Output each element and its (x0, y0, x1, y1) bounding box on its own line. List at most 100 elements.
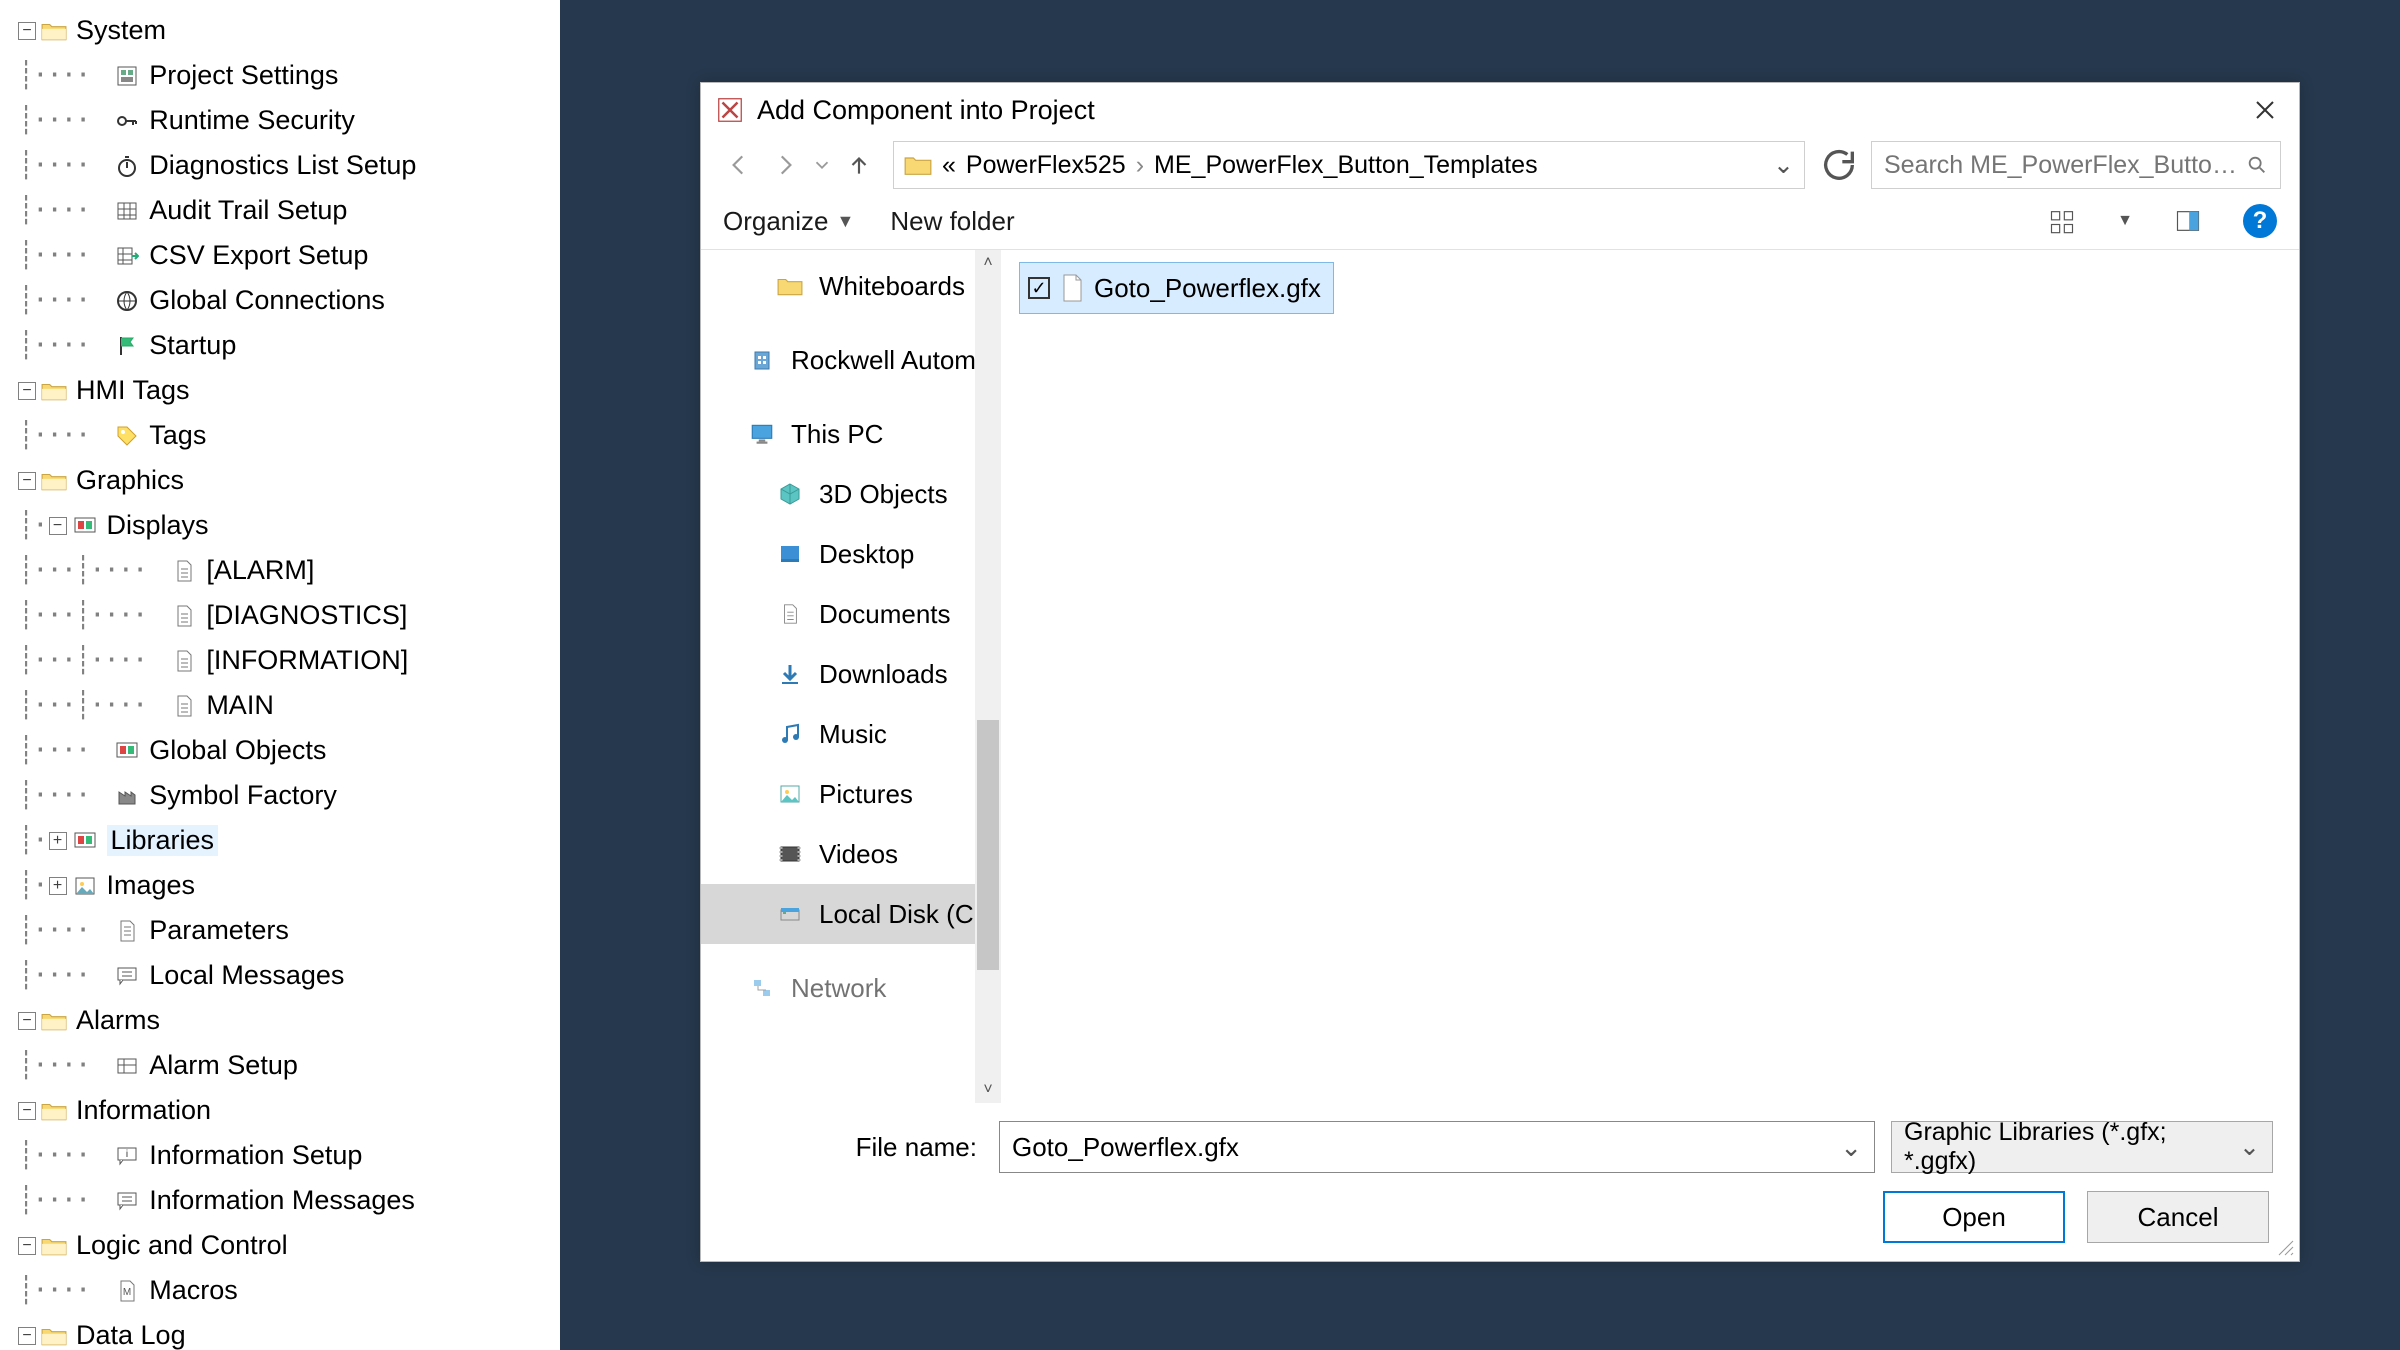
tree-node-startup[interactable]: ┊···· Startup (0, 323, 560, 368)
nav-recent-dropdown[interactable] (811, 145, 833, 185)
collapse-icon[interactable]: − (18, 472, 36, 490)
nav-label: 3D Objects (819, 479, 948, 510)
nav-label: Network (791, 973, 886, 1004)
resize-grip-icon[interactable] (2277, 1239, 2295, 1257)
info-messages-icon (113, 1187, 141, 1215)
tree-node-parameters[interactable]: ┊···· Parameters (0, 908, 560, 953)
expand-icon[interactable]: + (49, 877, 67, 895)
navigation-pane[interactable]: Whiteboards Rockwell Automa This PC 3D O… (701, 250, 1001, 1103)
tree-node-alarms[interactable]: − Alarms (0, 998, 560, 1043)
nav-item-pictures[interactable]: Pictures (701, 764, 1001, 824)
close-button[interactable] (2241, 90, 2289, 130)
breadcrumb-segment[interactable]: ME_PowerFlex_Button_Templates (1154, 151, 1538, 180)
tree-node-audit-trail[interactable]: ┊···· Audit Trail Setup (0, 188, 560, 233)
collapse-icon[interactable]: − (49, 517, 67, 535)
nav-up-button[interactable] (839, 145, 879, 185)
tree-node-display-alarm[interactable]: ┊···┊···· [ALARM] (0, 548, 560, 593)
alarm-setup-icon (113, 1052, 141, 1080)
collapse-icon[interactable]: − (18, 1327, 36, 1345)
tree-label: CSV Export Setup (149, 240, 368, 271)
search-icon (2246, 154, 2268, 176)
collapse-icon[interactable]: − (18, 382, 36, 400)
collapse-icon[interactable]: − (18, 1012, 36, 1030)
file-type-select[interactable]: Graphic Libraries (*.gfx; *.ggfx) ⌄ (1891, 1121, 2273, 1173)
tree-node-local-messages[interactable]: ┊···· Local Messages (0, 953, 560, 998)
scroll-down-icon[interactable]: ˅ (975, 1077, 1001, 1103)
new-folder-button[interactable]: New folder (890, 206, 1014, 237)
tree-node-information[interactable]: − Information (0, 1088, 560, 1133)
tree-node-information-setup[interactable]: ┊···· i Information Setup (0, 1133, 560, 1178)
chevron-down-icon[interactable]: ▼ (2117, 212, 2133, 230)
expand-icon[interactable]: + (49, 832, 67, 850)
tree-node-display-diagnostics[interactable]: ┊···┊···· [DIAGNOSTICS] (0, 593, 560, 638)
navpane-scrollbar[interactable]: ˄ ˅ (975, 250, 1001, 1103)
tree-node-data-log[interactable]: − Data Log (0, 1313, 560, 1350)
symbol-factory-icon (113, 782, 141, 810)
file-item-selected[interactable]: ✓ Goto_Powerflex.gfx (1019, 262, 1334, 314)
view-options-button[interactable] (2043, 202, 2081, 240)
tree-node-graphics[interactable]: − Graphics (0, 458, 560, 503)
nav-item-documents[interactable]: Documents (701, 584, 1001, 644)
collapse-icon[interactable]: − (18, 1237, 36, 1255)
nav-item-this-pc[interactable]: This PC (701, 404, 1001, 464)
tree-label: System (76, 15, 166, 46)
organize-menu[interactable]: Organize ▼ (723, 206, 854, 237)
tree-node-displays[interactable]: ┊· − Displays (0, 503, 560, 548)
refresh-button[interactable] (1819, 145, 1859, 185)
file-name-value: Goto_Powerflex.gfx (1012, 1132, 1239, 1163)
tree-node-tags[interactable]: ┊···· Tags (0, 413, 560, 458)
tree-node-runtime-security[interactable]: ┊···· Runtime Security (0, 98, 560, 143)
tree-node-hmi-tags[interactable]: − HMI Tags (0, 368, 560, 413)
nav-item-network[interactable]: Network (701, 958, 1001, 1018)
nav-item-rockwell[interactable]: Rockwell Automa (701, 330, 1001, 390)
scroll-up-icon[interactable]: ˄ (975, 250, 1001, 276)
tree-node-images[interactable]: ┊· + Images (0, 863, 560, 908)
nav-back-button[interactable] (719, 145, 759, 185)
nav-item-music[interactable]: Music (701, 704, 1001, 764)
file-name-input[interactable]: Goto_Powerflex.gfx ⌄ (999, 1121, 1875, 1173)
tree-node-project-settings[interactable]: ┊···· Project Settings (0, 53, 560, 98)
nav-label: Rockwell Automa (791, 345, 990, 376)
nav-item-desktop[interactable]: Desktop (701, 524, 1001, 584)
file-list-pane[interactable]: ✓ Goto_Powerflex.gfx (1001, 250, 2299, 1103)
project-explorer-tree[interactable]: − System ┊···· Project Settings ┊···· Ru… (0, 0, 560, 1350)
tree-node-symbol-factory[interactable]: ┊···· Symbol Factory (0, 773, 560, 818)
address-bar[interactable]: « PowerFlex525 › ME_PowerFlex_Button_Tem… (893, 141, 1805, 189)
tree-node-information-messages[interactable]: ┊···· Information Messages (0, 1178, 560, 1223)
tree-node-diagnostics-list[interactable]: ┊···· Diagnostics List Setup (0, 143, 560, 188)
nav-item-3d-objects[interactable]: 3D Objects (701, 464, 1001, 524)
tree-node-display-main[interactable]: ┊···┊···· MAIN (0, 683, 560, 728)
tree-node-logic-control[interactable]: − Logic and Control (0, 1223, 560, 1268)
search-input[interactable]: Search ME_PowerFlex_Button... (1871, 141, 2281, 189)
tree-node-global-connections[interactable]: ┊···· Global Connections (0, 278, 560, 323)
checkbox-checked-icon[interactable]: ✓ (1028, 277, 1050, 299)
tree-label: Information Setup (149, 1140, 362, 1171)
chevron-down-icon[interactable]: ⌄ (1840, 1132, 1862, 1163)
tree-node-macros[interactable]: ┊···· M Macros (0, 1268, 560, 1313)
chevron-down-icon[interactable]: ⌄ (1773, 150, 1794, 180)
breadcrumb-segment[interactable]: PowerFlex525 (966, 151, 1126, 180)
cancel-button[interactable]: Cancel (2087, 1191, 2269, 1243)
file-type-value: Graphic Libraries (*.gfx; *.ggfx) (1904, 1118, 2239, 1176)
tree-node-libraries[interactable]: ┊· + Libraries (0, 818, 560, 863)
tree-node-alarm-setup[interactable]: ┊···· Alarm Setup (0, 1043, 560, 1088)
preview-pane-button[interactable] (2169, 202, 2207, 240)
nav-item-local-disk[interactable]: Local Disk (C:) (701, 884, 1001, 944)
help-button[interactable]: ? (2243, 204, 2277, 238)
dialog-title: Add Component into Project (757, 95, 2241, 126)
nav-item-downloads[interactable]: Downloads (701, 644, 1001, 704)
nav-item-whiteboards[interactable]: Whiteboards (701, 256, 1001, 316)
nav-forward-button[interactable] (765, 145, 805, 185)
tree-node-display-information[interactable]: ┊···┊···· [INFORMATION] (0, 638, 560, 683)
collapse-icon[interactable]: − (18, 1102, 36, 1120)
building-icon (747, 345, 777, 375)
folder-open-icon (40, 17, 68, 45)
tree-node-csv-export[interactable]: ┊···· CSV Export Setup (0, 233, 560, 278)
scroll-thumb[interactable] (977, 720, 999, 970)
collapse-icon[interactable]: − (18, 22, 36, 40)
open-button[interactable]: Open (1883, 1191, 2065, 1243)
tree-label: Alarms (76, 1005, 160, 1036)
tree-node-system[interactable]: − System (0, 8, 560, 53)
nav-item-videos[interactable]: Videos (701, 824, 1001, 884)
tree-node-global-objects[interactable]: ┊···· Global Objects (0, 728, 560, 773)
